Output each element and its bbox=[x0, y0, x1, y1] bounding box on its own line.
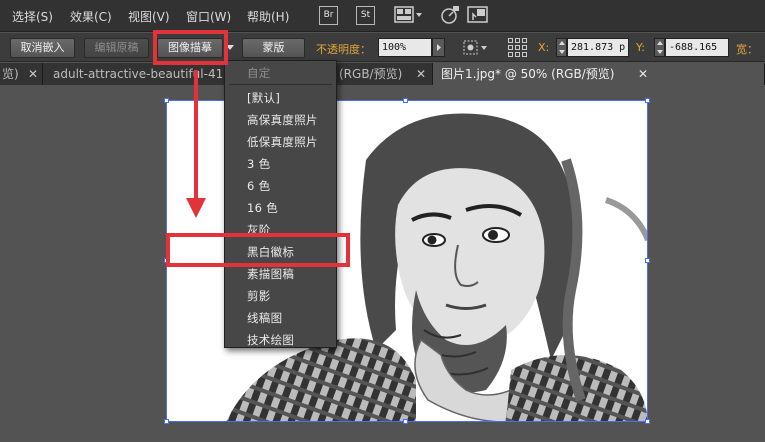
menu-item-technical-drawing[interactable]: 技术绘图 bbox=[247, 332, 294, 348]
resize-handle[interactable] bbox=[403, 98, 408, 103]
x-input[interactable]: 281.873 p bbox=[567, 38, 629, 57]
mask-button[interactable]: 蒙版 bbox=[242, 38, 305, 58]
menu-item-3-colors[interactable]: 3 色 bbox=[247, 156, 270, 172]
arrange-documents-icon[interactable] bbox=[393, 5, 423, 25]
y-label: Y: bbox=[636, 41, 645, 54]
trace-preset-menu: 自定 [默认] 高保真度照片 低保真度照片 3 色 6 色 16 色 灰阶 黑白… bbox=[224, 60, 337, 348]
x-label: X: bbox=[538, 41, 550, 54]
resize-handle[interactable] bbox=[645, 258, 650, 263]
y-stepper[interactable] bbox=[654, 38, 665, 57]
tab-label: 图片1.jpg* @ 50% (RGB/预览) bbox=[441, 67, 615, 81]
gpu-performance-icon[interactable] bbox=[440, 5, 460, 25]
document-tab-bar: 览) ✕ adult-attractive-beautiful-415 (RGB… bbox=[0, 63, 765, 85]
resize-handle[interactable] bbox=[164, 419, 169, 424]
close-icon[interactable]: ✕ bbox=[28, 63, 38, 85]
menu-help[interactable]: 帮助(H) bbox=[247, 8, 289, 25]
tab-label: 览) bbox=[2, 67, 19, 81]
menu-item-low-fidelity-photo[interactable]: 低保真度照片 bbox=[247, 134, 318, 150]
opacity-label: 不透明度： bbox=[316, 43, 371, 56]
reference-point-icon[interactable] bbox=[507, 37, 529, 59]
black-white-logo-highlight-box bbox=[166, 233, 350, 267]
resize-handle[interactable] bbox=[164, 98, 169, 103]
menu-item-high-fidelity-photo[interactable]: 高保真度照片 bbox=[247, 112, 318, 128]
close-icon[interactable]: ✕ bbox=[416, 63, 426, 85]
opacity-input[interactable]: 100% bbox=[378, 38, 432, 57]
menu-view[interactable]: 视图(V) bbox=[128, 8, 170, 25]
bridge-button[interactable]: Br bbox=[319, 6, 338, 25]
edit-original-button[interactable]: 编辑原稿 bbox=[84, 38, 149, 58]
menu-item-custom[interactable]: 自定 bbox=[247, 65, 271, 81]
y-input[interactable]: -688.165 bbox=[665, 38, 729, 57]
x-stepper[interactable] bbox=[556, 38, 567, 57]
menu-item-6-colors[interactable]: 6 色 bbox=[247, 178, 270, 194]
resize-handle[interactable] bbox=[403, 419, 408, 424]
close-icon[interactable]: ✕ bbox=[638, 63, 648, 85]
resize-handle[interactable] bbox=[645, 419, 650, 424]
recolor-artwork-icon[interactable] bbox=[462, 39, 490, 57]
stock-button[interactable]: St bbox=[356, 6, 375, 25]
resize-handle[interactable] bbox=[645, 98, 650, 103]
menu-item-line-art[interactable]: 线稿图 bbox=[247, 310, 282, 326]
width-label: 宽： bbox=[736, 43, 758, 56]
menu-item-default[interactable]: [默认] bbox=[247, 90, 280, 106]
menu-select[interactable]: 选择(S) bbox=[12, 8, 53, 25]
menu-window[interactable]: 窗口(W) bbox=[186, 8, 231, 25]
annotation-arrow-shaft bbox=[194, 70, 198, 202]
send-to-display-icon[interactable] bbox=[467, 5, 489, 25]
menu-divider bbox=[229, 84, 332, 85]
menu-item-16-colors[interactable]: 16 色 bbox=[247, 200, 278, 216]
chevron-right-icon bbox=[437, 44, 441, 51]
menu-item-sketched-art[interactable]: 素描图稿 bbox=[247, 266, 294, 282]
menu-bar: 选择(S) 效果(C) 视图(V) 窗口(W) 帮助(H) Br St bbox=[0, 0, 765, 32]
tab-active-document[interactable]: 图片1.jpg* @ 50% (RGB/预览) bbox=[433, 63, 765, 85]
menu-item-silhouettes[interactable]: 剪影 bbox=[247, 288, 271, 304]
tab-label: adult-attractive-beautiful-415 bbox=[53, 67, 231, 81]
menu-effect[interactable]: 效果(C) bbox=[70, 8, 112, 25]
image-trace-highlight-box bbox=[153, 30, 228, 65]
control-bar: 取消嵌入 编辑原稿 图像描摹 蒙版 不透明度： 100% X: 281.873 … bbox=[0, 33, 765, 62]
unembed-button[interactable]: 取消嵌入 bbox=[10, 38, 75, 58]
opacity-slider-button[interactable] bbox=[432, 38, 445, 57]
tab-label-suffix: (RGB/预览) bbox=[339, 67, 403, 81]
arrow-down-icon bbox=[186, 198, 206, 218]
